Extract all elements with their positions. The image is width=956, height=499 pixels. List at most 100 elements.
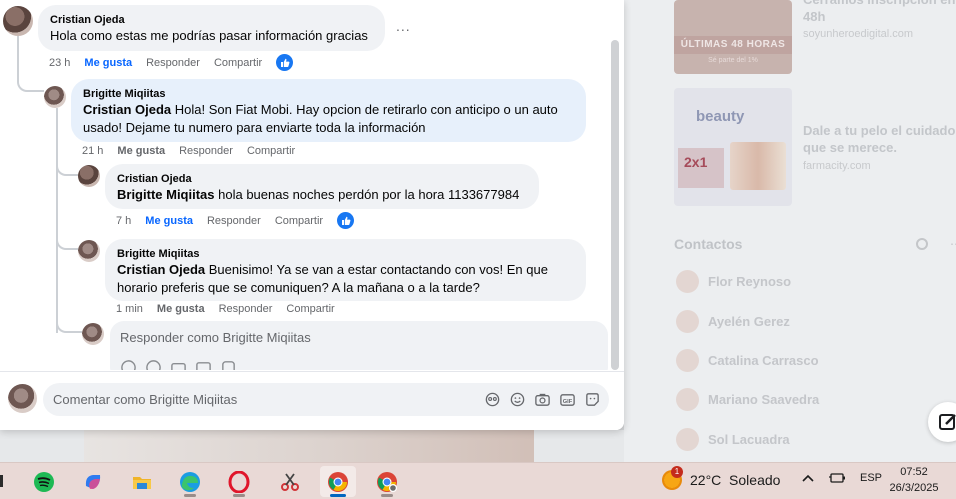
- contact-name: Mariano Saavedra: [708, 392, 820, 407]
- comments-scroll-area[interactable]: Cristian Ojeda Hola como estas me podría…: [0, 0, 624, 370]
- like-reaction-icon[interactable]: [337, 212, 355, 229]
- comment-bubble: Cristian Ojeda Hola como estas me podría…: [38, 5, 385, 51]
- snipping-tool-app[interactable]: [272, 466, 308, 497]
- avatar[interactable]: [82, 323, 104, 345]
- reply-button[interactable]: Responder: [207, 215, 261, 227]
- reply-input[interactable]: Responder como Brigitte Miqiitas: [110, 321, 608, 370]
- avatar-sticker-icon[interactable]: [120, 359, 137, 370]
- weather-widget[interactable]: 1 22°C Soleado: [662, 466, 780, 490]
- contact-item[interactable]: Sol Lacuadra: [676, 428, 790, 451]
- post-dialog: Cristian Ojeda Hola como estas me podría…: [0, 0, 624, 430]
- comment-time[interactable]: 23 h: [49, 57, 70, 69]
- contact-name: Sol Lacuadra: [708, 432, 790, 447]
- snipping-tool-icon: [281, 472, 299, 491]
- avatar[interactable]: [78, 165, 100, 187]
- chevron-up-icon[interactable]: [802, 473, 814, 483]
- notification-badge: 1: [671, 466, 683, 478]
- ad-image-band-text: ÚLTIMAS 48 HORAS: [674, 36, 792, 54]
- contact-item[interactable]: Mariano Saavedra: [676, 388, 819, 411]
- comment-time[interactable]: 1 min: [116, 303, 143, 315]
- opera-app[interactable]: [221, 466, 257, 497]
- camera-icon[interactable]: [170, 359, 187, 370]
- gif-icon[interactable]: GIF: [559, 391, 576, 408]
- comment-text: Hola como estas me podrías pasar informa…: [50, 28, 368, 43]
- contact-name: Catalina Carrasco: [708, 353, 819, 368]
- avatar: [676, 349, 699, 372]
- svg-text:GIF: GIF: [563, 399, 573, 405]
- like-button[interactable]: Me gusta: [84, 57, 132, 69]
- thread-line: [56, 318, 82, 333]
- edge-app[interactable]: [172, 466, 208, 497]
- mention-tag[interactable]: Cristian Ojeda: [83, 102, 171, 117]
- running-indicator: [381, 494, 393, 497]
- chrome-app[interactable]: [320, 466, 356, 497]
- search-icon[interactable]: [916, 238, 928, 250]
- edge-icon: [180, 471, 200, 492]
- avatar[interactable]: [3, 6, 33, 36]
- avatar[interactable]: [8, 384, 37, 413]
- contact-item[interactable]: Flor Reynoso: [676, 270, 791, 293]
- contact-item[interactable]: Ayelén Gerez: [676, 310, 790, 333]
- comment-bubble: Brigitte Miqiitas Cristian Ojeda Hola! S…: [71, 79, 586, 142]
- reply-button[interactable]: Responder: [179, 145, 233, 157]
- comment-placeholder: Comentar como Brigitte Miqiitas: [53, 392, 238, 407]
- reply-button[interactable]: Responder: [146, 57, 200, 69]
- ad-image-badge: 2x1: [684, 154, 708, 170]
- comment-actions: 7 h Me gusta Responder Compartir: [116, 212, 355, 229]
- avatar: [676, 428, 699, 451]
- gif-icon[interactable]: [195, 359, 212, 370]
- comment-bubble: Brigitte Miqiitas Cristian Ojeda Buenisi…: [105, 239, 586, 301]
- sponsored-ad-source-1: soyunheroedigital.com: [803, 28, 914, 40]
- emoji-icon[interactable]: [145, 359, 162, 370]
- camera-icon[interactable]: [534, 391, 551, 408]
- comment-bubble: Cristian Ojeda Brigitte Miqiitas hola bu…: [105, 164, 539, 209]
- scrollbar[interactable]: [611, 40, 619, 370]
- comment-author[interactable]: Brigitte Miqiitas: [83, 87, 574, 101]
- avatar-sticker-icon[interactable]: [484, 391, 501, 408]
- sponsored-ad-image-2[interactable]: beauty 2x1: [674, 88, 792, 206]
- battery-icon[interactable]: [828, 472, 846, 484]
- like-button[interactable]: Me gusta: [157, 303, 205, 315]
- share-button[interactable]: Compartir: [286, 303, 334, 315]
- comment-time[interactable]: 7 h: [116, 215, 131, 227]
- comment-author[interactable]: Cristian Ojeda: [117, 172, 527, 186]
- contact-name: Ayelén Gerez: [708, 314, 790, 329]
- share-button[interactable]: Compartir: [247, 145, 295, 157]
- sticker-icon[interactable]: [220, 359, 237, 370]
- more-options-icon[interactable]: ⋯: [950, 237, 956, 251]
- comment-author[interactable]: Brigitte Miqiitas: [117, 247, 574, 261]
- chrome-profile-app[interactable]: [369, 466, 405, 497]
- avatar: [676, 270, 699, 293]
- sticker-icon[interactable]: [584, 391, 601, 408]
- comment-time[interactable]: 21 h: [82, 145, 103, 157]
- mention-tag[interactable]: Cristian Ojeda: [117, 262, 205, 277]
- thread-line: [17, 36, 44, 92]
- share-button[interactable]: Compartir: [214, 57, 262, 69]
- comment-input[interactable]: Comentar como Brigitte Miqiitas GIF: [43, 383, 609, 416]
- spotify-app[interactable]: [26, 466, 62, 497]
- share-button[interactable]: Compartir: [275, 215, 323, 227]
- contacts-heading: Contactos: [674, 236, 743, 252]
- thread-line: [56, 108, 58, 333]
- clock-date: 26/3/2025: [889, 482, 939, 494]
- feed-photo: [84, 430, 534, 462]
- reply-button[interactable]: Responder: [219, 303, 273, 315]
- file-explorer-app[interactable]: [124, 466, 160, 497]
- emoji-icon[interactable]: [509, 391, 526, 408]
- thread-line: [56, 150, 78, 176]
- copilot-app[interactable]: [75, 466, 111, 497]
- comment-options-button[interactable]: ...: [396, 18, 411, 34]
- comment-author[interactable]: Cristian Ojeda: [50, 13, 373, 27]
- sponsored-ad-title-2[interactable]: Dale a tu pelo el cuidado que se merece.: [803, 122, 956, 156]
- clock[interactable]: 07:52 26/3/2025: [876, 464, 952, 496]
- mention-tag[interactable]: Brigitte Miqiitas: [117, 187, 215, 202]
- like-button[interactable]: Me gusta: [145, 215, 193, 227]
- like-reaction-icon[interactable]: [276, 54, 294, 71]
- contact-item[interactable]: Catalina Carrasco: [676, 349, 819, 372]
- sponsored-ad-image-1[interactable]: ÚLTIMAS 48 HORAS Sé parte del 1%: [674, 0, 792, 74]
- sponsored-ad-title-1[interactable]: Cerramos inscripción en 48h: [803, 0, 956, 25]
- avatar[interactable]: [44, 86, 66, 108]
- like-button[interactable]: Me gusta: [117, 145, 165, 157]
- avatar[interactable]: [78, 240, 100, 262]
- comment-actions: 1 min Me gusta Responder Compartir: [116, 303, 349, 315]
